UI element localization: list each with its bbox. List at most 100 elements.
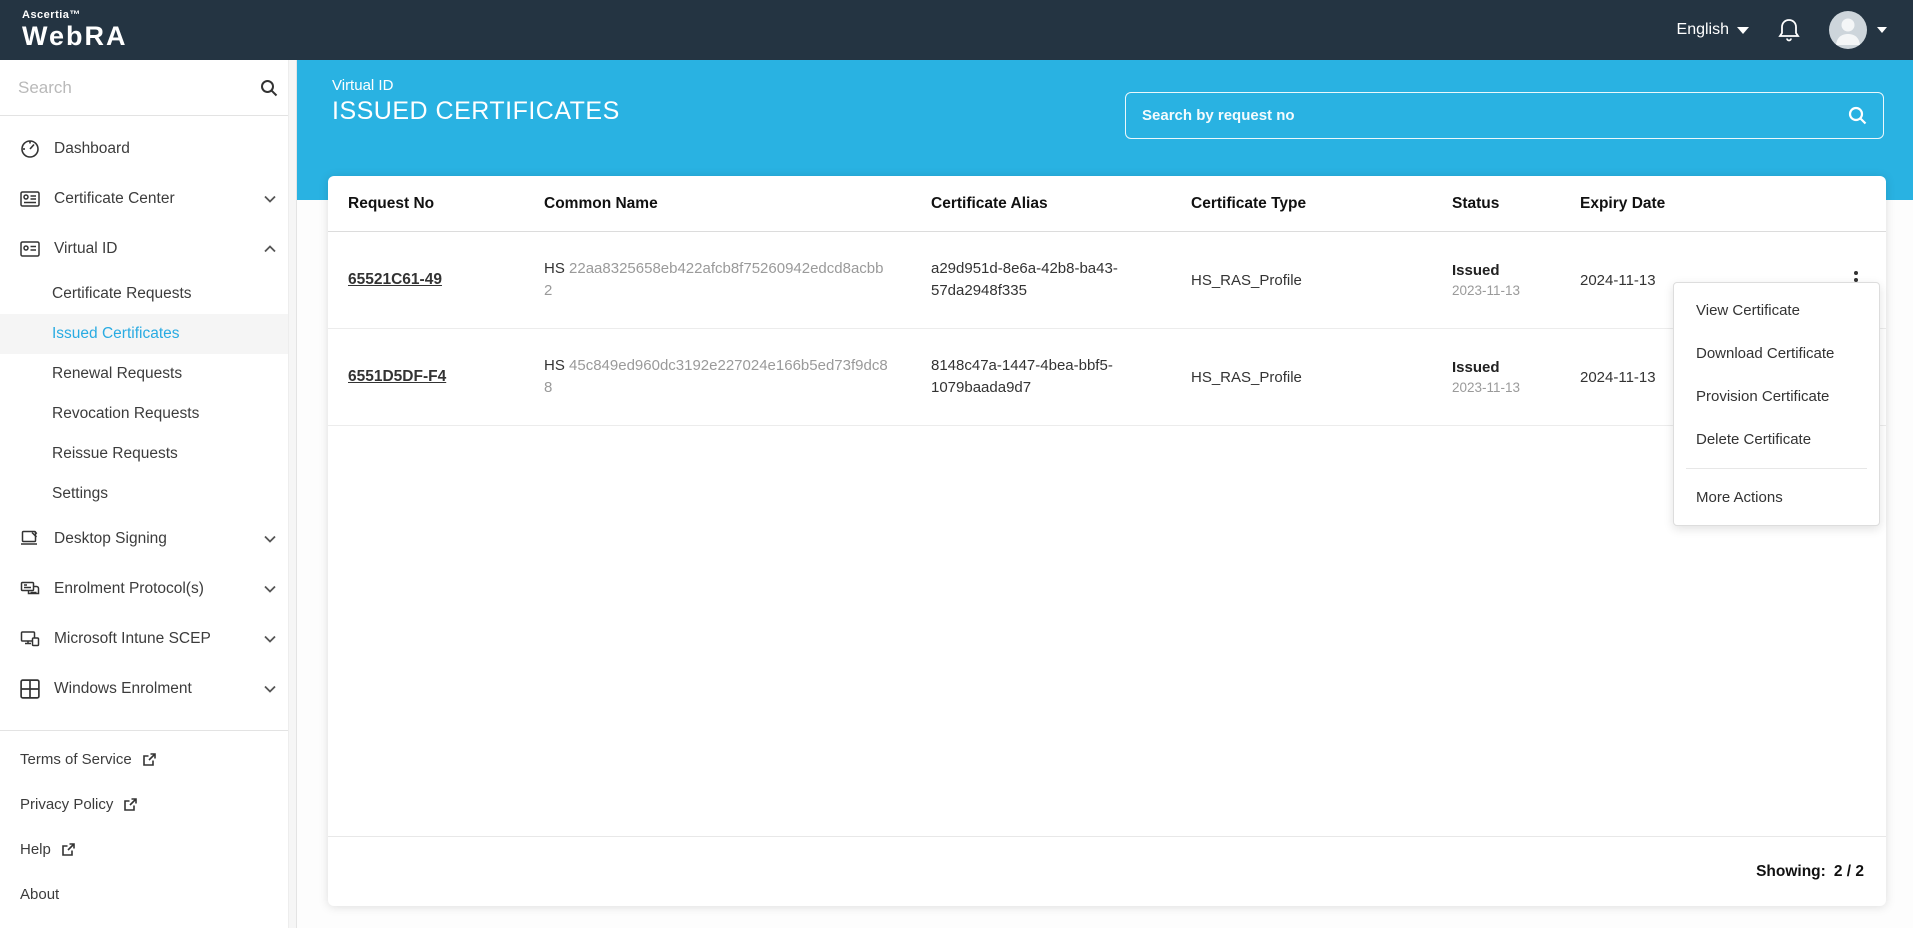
sub-item-label: Revocation Requests — [52, 405, 200, 422]
windows-icon — [20, 679, 40, 699]
bell-icon — [1778, 19, 1800, 42]
virtual-id-submenu: Certificate Requests Issued Certificates… — [0, 274, 296, 514]
external-link-icon — [124, 798, 138, 811]
col-certificate-type: Certificate Type — [1191, 194, 1307, 212]
sidebar-item-certificate-requests[interactable]: Certificate Requests — [0, 274, 296, 314]
brand-logo: Ascertia™ WebRA — [22, 10, 128, 50]
sidebar-item-issued-certificates[interactable]: Issued Certificates — [0, 314, 296, 354]
menu-item-provision-certificate[interactable]: Provision Certificate — [1674, 375, 1879, 418]
navbar-right: English — [1677, 11, 1887, 49]
intune-scep-icon — [20, 631, 40, 647]
chevron-down-icon — [264, 635, 276, 643]
main-area: Virtual ID ISSUED CERTIFICATES Request N… — [297, 60, 1913, 928]
certificate-center-icon — [20, 191, 40, 207]
sidebar-item-virtual-id[interactable]: Virtual ID — [0, 224, 296, 274]
link-about[interactable]: About — [0, 872, 296, 917]
content-area: Dashboard Certificate Center Virtual — [0, 60, 1913, 928]
chevron-down-icon — [264, 585, 276, 593]
showing-value: 2 / 2 — [1833, 862, 1864, 880]
sub-item-label: Settings — [52, 485, 109, 502]
sidebar-item-windows-enrolment[interactable]: Windows Enrolment — [0, 664, 296, 714]
sidebar-item-reissue-requests[interactable]: Reissue Requests — [0, 434, 296, 474]
common-name-prefix: HS — [544, 260, 565, 278]
table-header-row: Request No Common Name Certificate Alias… — [328, 176, 1886, 232]
issued-certificates-card: Request No Common Name Certificate Alias… — [328, 176, 1886, 906]
certificate-alias-cell: 8148c47a-1447-4bea-bbf5-1079baada9d7 — [931, 357, 1113, 396]
col-request-no: Request No — [348, 194, 435, 212]
page-head: Virtual ID ISSUED CERTIFICATES — [332, 77, 620, 126]
sidebar-item-revocation-requests[interactable]: Revocation Requests — [0, 394, 296, 434]
notifications-button[interactable] — [1777, 17, 1801, 43]
common-name-hash: 22aa8325658eb422afcb8f75260942edcd8acbb2 — [544, 260, 884, 299]
page-title: ISSUED CERTIFICATES — [332, 97, 620, 125]
sidebar-search-row — [0, 60, 296, 116]
menu-separator — [1686, 468, 1867, 469]
col-common-name: Common Name — [544, 194, 658, 212]
status-badge: Issued — [1452, 359, 1500, 376]
table-footer: Showing: 2 / 2 — [328, 836, 1886, 906]
external-link-icon — [142, 753, 156, 766]
sidebar-item-microsoft-intune-scep[interactable]: Microsoft Intune SCEP — [0, 614, 296, 664]
request-no-link[interactable]: 65521C61-49 — [348, 271, 442, 288]
sub-item-label: Reissue Requests — [52, 445, 178, 462]
virtual-id-icon — [20, 241, 40, 257]
sidebar: Dashboard Certificate Center Virtual — [0, 60, 297, 928]
sidebar-search-input[interactable] — [18, 77, 252, 98]
brand-webra: WebRA — [22, 21, 128, 51]
status-date: 2023-11-13 — [1452, 283, 1521, 298]
request-search-box — [1125, 92, 1884, 139]
footer-link-label: Help — [20, 841, 51, 858]
sidebar-item-desktop-signing[interactable]: Desktop Signing — [0, 514, 296, 564]
footer-link-label: About — [20, 886, 60, 903]
menu-item-delete-certificate[interactable]: Delete Certificate — [1674, 418, 1879, 461]
common-name-hash: 45c849ed960dc3192e227024e166b5ed73f9dc88 — [544, 357, 888, 396]
sidebar-footer: Terms of Service Privacy Policy Help Abo… — [0, 731, 296, 917]
sidebar-item-label: Enrolment Protocol(s) — [54, 580, 204, 597]
certificate-type-cell: HS_RAS_Profile — [1191, 271, 1302, 289]
table-row: 65521C61-49 HS 22aa8325658eb422afcb8f752… — [328, 232, 1886, 329]
sidebar-item-label: Windows Enrolment — [54, 680, 192, 697]
footer-link-label: Privacy Policy — [20, 796, 114, 813]
breadcrumb: Virtual ID — [332, 77, 394, 94]
sub-item-label: Issued Certificates — [52, 325, 180, 342]
link-terms-of-service[interactable]: Terms of Service — [0, 737, 296, 782]
sidebar-item-renewal-requests[interactable]: Renewal Requests — [0, 354, 296, 394]
desktop-signing-icon — [21, 530, 38, 545]
showing-label: Showing: — [1756, 862, 1826, 880]
search-icon[interactable] — [260, 79, 278, 97]
sidebar-item-label: Dashboard — [54, 140, 130, 157]
link-help[interactable]: Help — [0, 827, 296, 872]
enrolment-protocol-icon — [20, 581, 40, 595]
sidebar-nav: Dashboard Certificate Center Virtual ID … — [0, 116, 296, 714]
dashboard-icon — [21, 140, 39, 158]
sub-item-label: Renewal Requests — [52, 365, 183, 382]
common-name-cell: HS 22aa8325658eb422afcb8f75260942edcd8ac… — [544, 258, 889, 302]
footer-link-label: Terms of Service — [20, 751, 132, 768]
sidebar-item-dashboard[interactable]: Dashboard — [0, 124, 296, 174]
sidebar-item-enrolment-protocols[interactable]: Enrolment Protocol(s) — [0, 564, 296, 614]
menu-item-more-actions[interactable]: More Actions — [1674, 476, 1879, 519]
status-cell: Issued 2023-11-13 — [1452, 359, 1580, 395]
request-search-input[interactable] — [1142, 107, 1848, 124]
sidebar-item-settings[interactable]: Settings — [0, 474, 296, 514]
external-link-icon — [62, 843, 75, 856]
sidebar-item-certificate-center[interactable]: Certificate Center — [0, 174, 296, 224]
col-status: Status — [1452, 194, 1500, 212]
language-caret-icon — [1737, 26, 1749, 34]
menu-item-download-certificate[interactable]: Download Certificate — [1674, 332, 1879, 375]
table-row: 6551D5DF-F4 HS 45c849ed960dc3192e227024e… — [328, 329, 1886, 426]
chevron-down-icon — [264, 195, 276, 203]
status-cell: Issued 2023-11-13 — [1452, 262, 1580, 298]
user-menu[interactable] — [1829, 11, 1887, 49]
menu-item-view-certificate[interactable]: View Certificate — [1674, 289, 1879, 332]
row-context-menu: View Certificate Download Certificate Pr… — [1673, 282, 1880, 526]
search-icon[interactable] — [1848, 106, 1867, 125]
request-no-link[interactable]: 6551D5DF-F4 — [348, 368, 446, 385]
brand-ascertia: Ascertia™ — [22, 9, 81, 21]
col-certificate-alias: Certificate Alias — [931, 194, 1048, 212]
avatar — [1829, 11, 1867, 49]
link-privacy-policy[interactable]: Privacy Policy — [0, 782, 296, 827]
top-navbar: Ascertia™ WebRA English — [0, 0, 1913, 60]
language-selector[interactable]: English — [1677, 21, 1749, 39]
common-name-prefix: HS — [544, 357, 565, 375]
